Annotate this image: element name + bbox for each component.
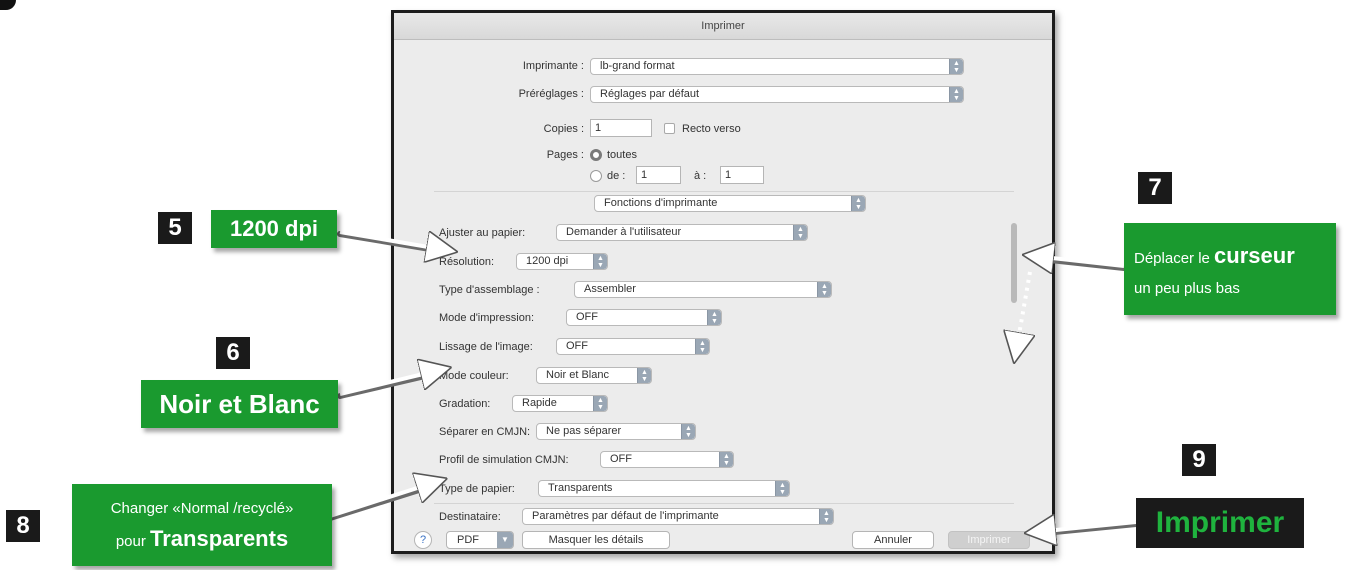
callout-6-label: Noir et Blanc [141, 380, 338, 428]
callout-9-number: 9 [1182, 444, 1216, 476]
callout-5-label: 1200 dpi [211, 210, 337, 248]
callout-8-number: 8 [6, 510, 40, 542]
callout-8-text-pre: Changer «Normal /recyclé» [110, 500, 294, 517]
callout-8-label: Changer «Normal /recyclé» pour Transpare… [72, 484, 332, 566]
arrow-8 [329, 482, 436, 518]
callout-7-number: 7 [1138, 172, 1172, 204]
arrow-6 [339, 370, 440, 396]
callout-7-text-bold: curseur [1214, 243, 1295, 268]
callout-5-number: 5 [158, 212, 192, 244]
callout-7-label: Déplacer le curseur un peu plus bas [1124, 223, 1336, 315]
arrow-7-dotted [1016, 271, 1030, 352]
callout-8-text-bold: Transparents [150, 526, 289, 551]
callout-8-text-mid: pour [115, 533, 146, 550]
callout-9-label: Imprimer [1136, 498, 1304, 548]
callout-6-number: 6 [216, 337, 250, 369]
arrow-6-shadow [337, 369, 445, 399]
arrow-5 [339, 230, 446, 250]
callout-7-text-pre: Déplacer le [1134, 250, 1210, 267]
callout-7-text-post: un peu plus bas [1134, 280, 1240, 297]
